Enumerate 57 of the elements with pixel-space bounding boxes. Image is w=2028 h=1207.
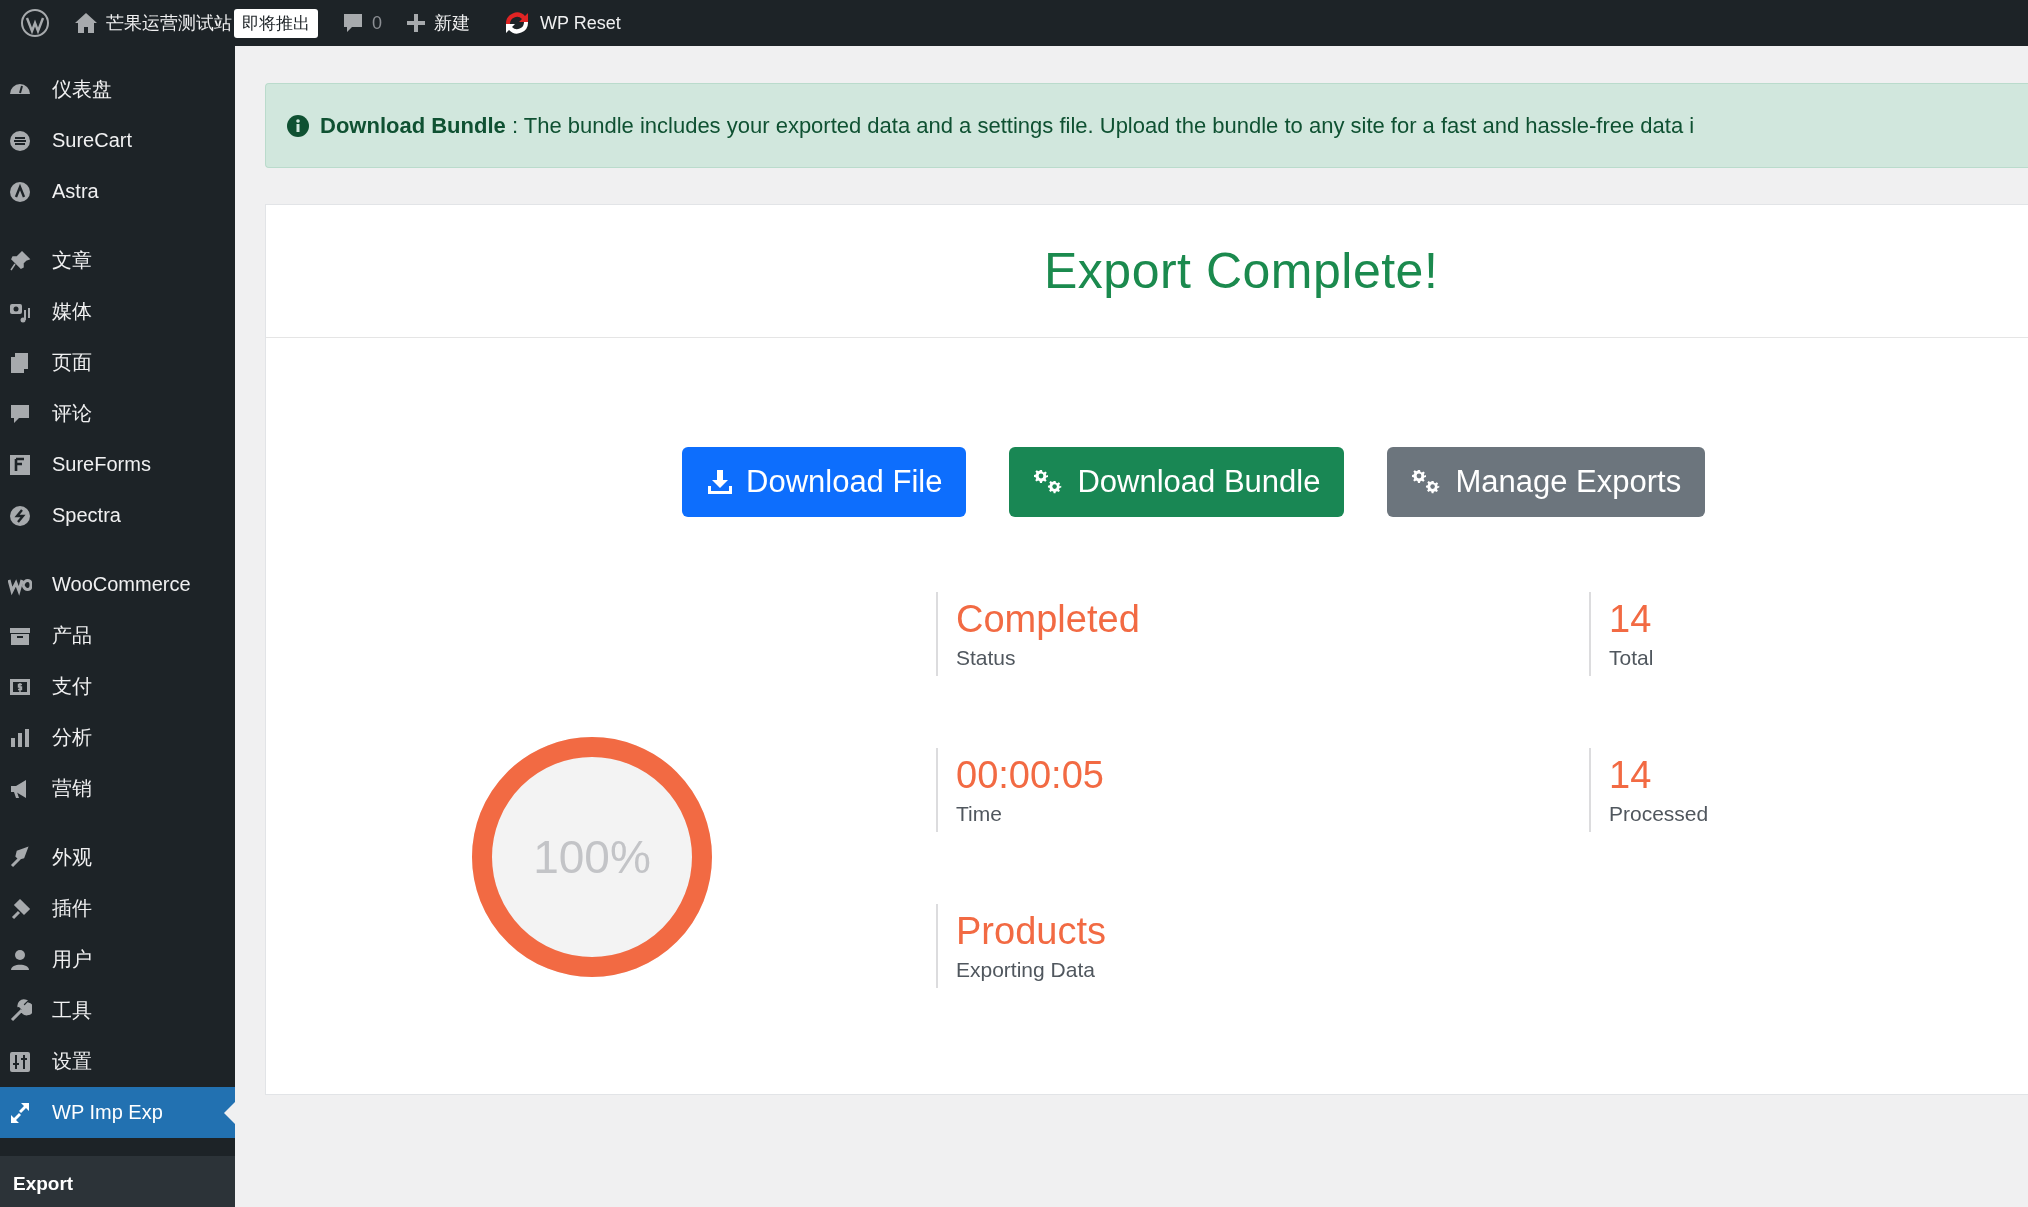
sidebar-item[interactable]: 评论 bbox=[0, 388, 235, 439]
wp-reset-link[interactable]: WP Reset bbox=[540, 12, 621, 34]
wrench-icon bbox=[8, 998, 32, 1023]
stat-value: 14 bbox=[1609, 756, 1653, 796]
new-link[interactable]: 新建 bbox=[434, 11, 470, 35]
sidebar-item[interactable]: 仪表盘 bbox=[0, 64, 235, 115]
user-icon bbox=[8, 947, 32, 972]
site-name-link[interactable]: 芒果运营测试站 bbox=[106, 11, 232, 35]
stat-label: Total bbox=[1609, 645, 1655, 670]
download-bundle-button[interactable]: Download Bundle bbox=[1009, 447, 1345, 517]
comment-icon[interactable] bbox=[342, 12, 364, 34]
sidebar-item[interactable]: 分析 bbox=[0, 712, 235, 763]
plus-icon[interactable] bbox=[406, 13, 426, 33]
sidebar-item[interactable]: 设置 bbox=[0, 1036, 235, 1087]
sliders-icon bbox=[8, 1049, 32, 1074]
sidebar-item[interactable]: SureCart bbox=[0, 115, 235, 166]
sidebar-item[interactable]: 插件 bbox=[0, 883, 235, 934]
arrows-icon bbox=[8, 1100, 32, 1125]
sidebar-item[interactable]: 支付 bbox=[0, 661, 235, 712]
bolt-circle-icon bbox=[8, 503, 32, 528]
status-badge: 即将推出 bbox=[234, 8, 318, 38]
sidebar-item[interactable]: 产品 bbox=[0, 610, 235, 661]
current-page-pointer bbox=[224, 1101, 235, 1124]
sidebar-item[interactable]: 用户 bbox=[0, 934, 235, 985]
notice-text: Download Bundle : The bundle includes your exported data and a settings file. Upload the bundle to any site for a fast and hassle-free data i bbox=[320, 112, 1695, 139]
info-icon bbox=[286, 113, 310, 138]
export-title: Export Complete! bbox=[1044, 242, 1439, 300]
stat-label: Processed bbox=[1609, 801, 1710, 826]
sidebar-item[interactable]: Spectra bbox=[0, 490, 235, 541]
comment-count: 0 bbox=[372, 12, 382, 34]
download-file-button[interactable]: Download File bbox=[682, 447, 967, 517]
sidebar-item[interactable]: WooCommerce bbox=[0, 559, 235, 610]
stat-label: Status bbox=[956, 645, 1017, 670]
stat-value: Products bbox=[956, 912, 1107, 952]
sidebar-item[interactable]: WP Imp Exp bbox=[0, 1087, 235, 1138]
letter-a-circle-icon bbox=[8, 179, 32, 204]
sidebar-item[interactable]: 外观 bbox=[0, 832, 235, 883]
stat-value: Completed bbox=[956, 600, 1141, 640]
stripes-circle-icon bbox=[8, 128, 32, 153]
sidebar-item[interactable]: SureForms bbox=[0, 439, 235, 490]
sidebar-item[interactable]: 营销 bbox=[0, 763, 235, 814]
stat-value: 00:00:05 bbox=[956, 756, 1105, 796]
manage-exports-button[interactable]: Manage Exports bbox=[1387, 447, 1706, 517]
sidebar-item[interactable]: Astra bbox=[0, 166, 235, 217]
download-icon bbox=[706, 468, 734, 496]
pin-icon bbox=[8, 248, 32, 273]
stat-label: Time bbox=[956, 801, 1003, 826]
stat-label: Exporting Data bbox=[956, 957, 1096, 982]
brush-icon bbox=[8, 845, 32, 870]
stat-value: 14 bbox=[1609, 600, 1653, 640]
letter-f-icon bbox=[8, 452, 32, 477]
sidebar-item[interactable]: 文章 bbox=[0, 235, 235, 286]
sidebar-item[interactable]: 媒体 bbox=[0, 286, 235, 337]
home-icon[interactable] bbox=[74, 12, 98, 34]
wordpress-logo-icon[interactable] bbox=[20, 8, 50, 38]
sidebar-item[interactable]: 页面 bbox=[0, 337, 235, 388]
sidebar-item[interactable]: 工具 bbox=[0, 985, 235, 1036]
